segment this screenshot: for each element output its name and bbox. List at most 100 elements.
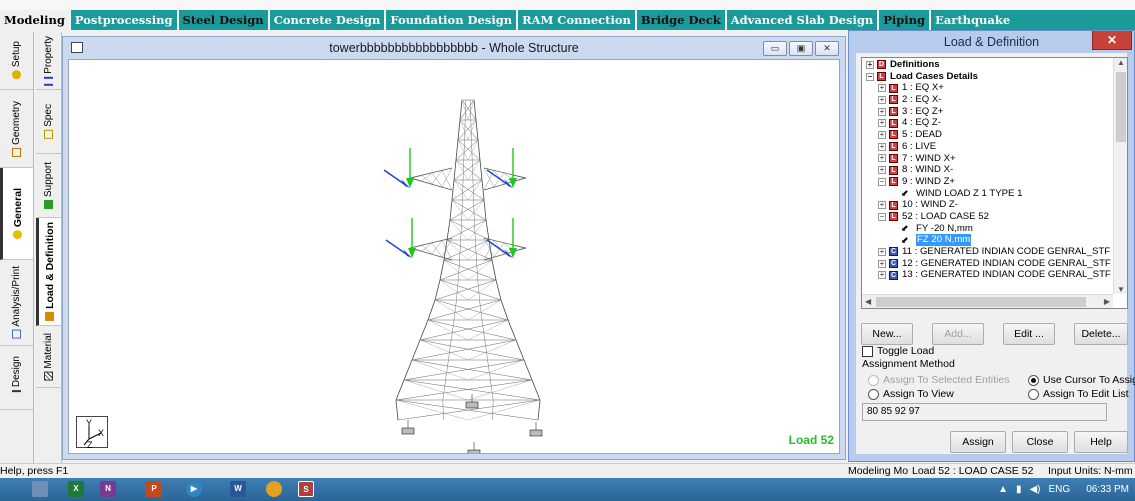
onenote-icon[interactable]: N — [100, 481, 116, 497]
tree-item[interactable]: + L 3 : EQ Z+ — [862, 106, 1113, 118]
tray-clock[interactable]: 06:33 PM — [1086, 484, 1129, 495]
tower-leg — [471, 159, 474, 181]
close-view-button[interactable]: ✕ — [815, 41, 839, 56]
word-icon[interactable]: W — [230, 481, 246, 497]
assign-button[interactable]: Assign — [950, 431, 1006, 453]
page-setup[interactable]: Setup — [0, 32, 33, 90]
tower-model — [383, 99, 543, 453]
subpage-spec[interactable]: Spec — [36, 90, 61, 154]
tray-up-arrow-icon[interactable]: ▲ — [998, 484, 1008, 495]
edit-button[interactable]: Edit ... — [1003, 323, 1055, 345]
radio-edit-list-dot[interactable] — [1028, 388, 1039, 400]
expand-icon[interactable]: + — [878, 119, 886, 128]
tree-item[interactable]: − L Load Cases Details — [862, 71, 1113, 83]
subpage-load-definition[interactable]: Load & Definition — [36, 218, 61, 326]
tray-network-icon[interactable]: ▮ — [1016, 484, 1022, 495]
tree-item[interactable]: + C 12 : GENERATED INDIAN CODE GENRAL_STF — [862, 258, 1113, 270]
tree-item[interactable]: ⬋ WIND LOAD Z 1 TYPE 1 — [862, 188, 1113, 200]
tray-language[interactable]: ENG — [1049, 484, 1071, 495]
load-arrow-fz — [486, 169, 511, 187]
close-button[interactable]: Close — [1012, 431, 1068, 453]
tree-item[interactable]: ⬋ FY -20 N,mm — [862, 223, 1113, 235]
tree-item[interactable]: + C 13 : GENERATED INDIAN CODE GENRAL_STF — [862, 269, 1113, 281]
tree-item[interactable]: + L 6 : LIVE — [862, 141, 1113, 153]
toggle-load-checkbox[interactable]: Toggle Load — [862, 345, 934, 357]
tree-item[interactable]: + L 2 : EQ X- — [862, 94, 1113, 106]
page-geometry[interactable]: Geometry — [0, 90, 33, 168]
tree-item[interactable]: + D Definitions — [862, 59, 1113, 71]
tab-foundation-design[interactable]: Foundation Design — [386, 10, 519, 30]
help-button[interactable]: Help — [1074, 431, 1128, 453]
radio-use-cursor-dot[interactable] — [1028, 374, 1039, 386]
new-button[interactable]: New... — [861, 323, 913, 345]
tree-item[interactable]: ⬋ FZ 20 N,mm — [862, 234, 1113, 247]
tree-item[interactable]: + L 7 : WIND X+ — [862, 153, 1113, 165]
excel-icon[interactable]: X — [68, 481, 84, 497]
explorer-icon[interactable] — [32, 481, 48, 497]
collapse-icon[interactable]: − — [878, 177, 886, 186]
expand-icon[interactable]: + — [878, 130, 886, 139]
tab-modeling[interactable]: Modeling — [0, 10, 71, 30]
tab-concrete-design[interactable]: Concrete Design — [270, 10, 387, 30]
structure-canvas[interactable]: Y X Z Load 52 — [68, 59, 840, 454]
expand-icon[interactable]: + — [878, 107, 886, 116]
expand-icon[interactable]: + — [878, 95, 886, 104]
subpage-material[interactable]: Material — [36, 326, 61, 388]
tab-postprocessing[interactable]: Postprocessing — [71, 10, 179, 30]
chrome-icon[interactable] — [266, 481, 282, 497]
tab-ram-connection[interactable]: RAM Connection — [518, 10, 637, 30]
expand-icon[interactable]: + — [878, 166, 886, 175]
tree-vscroll-thumb[interactable] — [1116, 72, 1126, 142]
tree-hscroll-thumb[interactable] — [876, 297, 1086, 307]
tree-item[interactable]: + L 4 : EQ Z- — [862, 117, 1113, 129]
expand-icon[interactable]: + — [878, 247, 886, 256]
staad-icon[interactable]: S — [298, 481, 314, 497]
radio-assign-view[interactable]: Assign To View — [868, 388, 954, 400]
radio-assign-view-dot[interactable] — [868, 388, 879, 400]
edit-list-field[interactable]: 80 85 92 97 — [862, 403, 1107, 421]
tree-vertical-scrollbar[interactable]: ▲ ▼ — [1113, 58, 1127, 294]
tree-item[interactable]: + L 10 : WIND Z- — [862, 199, 1113, 211]
page-analysis-print[interactable]: Analysis/Print — [0, 260, 33, 346]
toggle-load-box[interactable] — [862, 345, 873, 357]
add-button[interactable]: Add... — [932, 323, 984, 345]
subpage-support[interactable]: Support — [36, 154, 61, 218]
delete-button[interactable]: Delete... — [1074, 323, 1128, 345]
expand-icon[interactable]: + — [878, 271, 886, 280]
radio-selected-entities-dot[interactable] — [868, 374, 879, 386]
expand-icon[interactable]: + — [878, 259, 886, 268]
dialog-close-icon[interactable]: ✕ — [1092, 31, 1132, 50]
page-general[interactable]: General — [0, 168, 33, 260]
tab-earthquake[interactable]: Earthquake — [931, 10, 1014, 30]
collapse-icon[interactable]: − — [878, 212, 886, 221]
tab-piping[interactable]: Piping — [879, 10, 932, 30]
tree-item[interactable]: + L 5 : DEAD — [862, 129, 1113, 141]
tree-item[interactable]: − L 9 : WIND Z+ — [862, 176, 1113, 188]
tree-item[interactable]: + L 8 : WIND X- — [862, 164, 1113, 176]
tree-item[interactable]: − L 52 : LOAD CASE 52 — [862, 211, 1113, 223]
restore-button[interactable]: ▣ — [789, 41, 813, 56]
tray-volume-icon[interactable]: ◀) — [1029, 484, 1040, 495]
tree-horizontal-scrollbar[interactable]: ◀ ▶ — [862, 294, 1113, 308]
tab-bridge-deck[interactable]: Bridge Deck — [637, 10, 727, 30]
tab-advanced-slab-design[interactable]: Advanced Slab Design — [727, 10, 880, 30]
window-menu-icon[interactable] — [71, 42, 83, 53]
expand-icon[interactable]: + — [878, 154, 886, 163]
load-tree[interactable]: + D Definitions − L Load Cases Details + L 1 : E… — [861, 57, 1128, 309]
expand-icon[interactable]: + — [878, 201, 886, 210]
page-design[interactable]: Design — [0, 346, 33, 410]
tree-item[interactable]: + L 1 : EQ X+ — [862, 82, 1113, 94]
radio-use-cursor[interactable]: Use Cursor To Assign — [1028, 374, 1135, 386]
media-icon[interactable]: ▶ — [186, 481, 202, 497]
radio-selected-entities[interactable]: Assign To Selected Entities — [868, 374, 1009, 386]
tree-item[interactable]: + C 11 : GENERATED INDIAN CODE GENRAL_STF — [862, 246, 1113, 258]
radio-edit-list[interactable]: Assign To Edit List — [1028, 388, 1129, 400]
subpage-property[interactable]: Property — [36, 32, 61, 90]
expand-icon[interactable]: + — [878, 142, 886, 151]
expand-icon[interactable]: + — [866, 60, 874, 69]
powerpoint-icon[interactable]: P — [146, 481, 162, 497]
expand-icon[interactable]: + — [878, 84, 886, 93]
minimize-button[interactable]: ▭ — [763, 41, 787, 56]
tab-steel-design[interactable]: Steel Design — [179, 10, 270, 30]
collapse-icon[interactable]: − — [866, 72, 874, 81]
